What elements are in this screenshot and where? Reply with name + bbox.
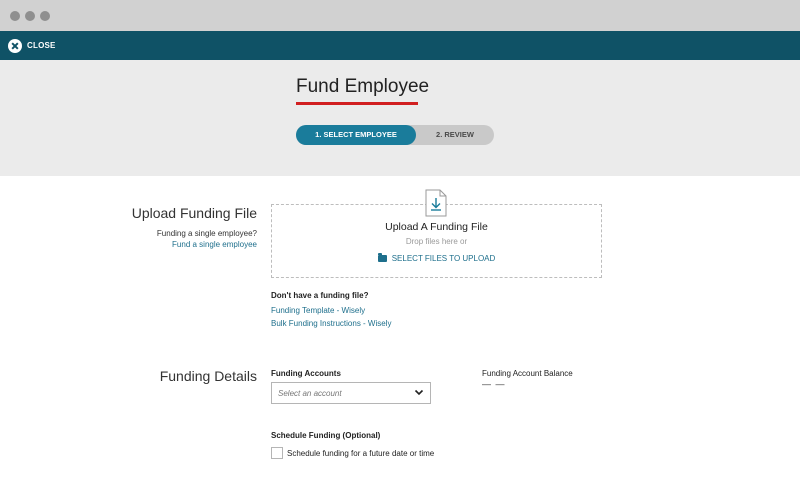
page-title: Fund Employee — [296, 76, 430, 97]
dropzone-title: Upload A Funding File — [385, 221, 488, 233]
schedule-checkbox-label: Schedule funding for a future date or ti… — [287, 449, 435, 458]
title-underline — [296, 102, 418, 105]
window-chrome — [0, 0, 800, 31]
chevron-down-icon — [414, 389, 424, 396]
no-file-question: Don't have a funding file? — [271, 291, 369, 300]
funding-account-select[interactable]: Select an account — [271, 382, 431, 404]
funding-accounts-label: Funding Accounts — [271, 369, 341, 378]
window-dot-minimize[interactable] — [25, 11, 35, 21]
header-band: Fund Employee 1. SELECT EMPLOYEE 2. REVI… — [0, 60, 800, 176]
top-bar: CLOSE — [0, 31, 800, 60]
window-dot-maximize[interactable] — [40, 11, 50, 21]
stepper: 1. SELECT EMPLOYEE 2. REVIEW — [296, 125, 494, 145]
bulk-instructions-link[interactable]: Bulk Funding Instructions - Wisely — [271, 319, 392, 328]
document-download-icon — [425, 189, 447, 217]
select-placeholder: Select an account — [278, 389, 342, 398]
upload-section-title: Upload Funding File — [131, 205, 257, 221]
close-button[interactable]: CLOSE — [8, 37, 56, 54]
step-review[interactable]: 2. REVIEW — [416, 125, 494, 145]
dropzone-subtitle: Drop files here or — [405, 237, 468, 246]
balance-label: Funding Account Balance — [482, 369, 573, 378]
funding-template-link[interactable]: Funding Template - Wisely — [271, 306, 365, 315]
select-files-label: SELECT FILES TO UPLOAD — [391, 254, 496, 263]
single-employee-question: Funding a single employee? — [156, 229, 257, 238]
schedule-checkbox[interactable] — [271, 447, 283, 459]
close-label: CLOSE — [27, 41, 56, 50]
details-section-title: Funding Details — [159, 368, 257, 384]
schedule-funding-label: Schedule Funding (Optional) — [271, 431, 381, 440]
folder-open-icon — [377, 253, 387, 262]
step-select-employee[interactable]: 1. SELECT EMPLOYEE — [296, 125, 416, 145]
fund-single-employee-link[interactable]: Fund a single employee — [172, 240, 257, 249]
select-files-button[interactable]: SELECT FILES TO UPLOAD — [271, 253, 602, 263]
balance-value: — — — [482, 379, 506, 389]
close-icon — [8, 38, 22, 53]
window-dot-close[interactable] — [10, 11, 20, 21]
